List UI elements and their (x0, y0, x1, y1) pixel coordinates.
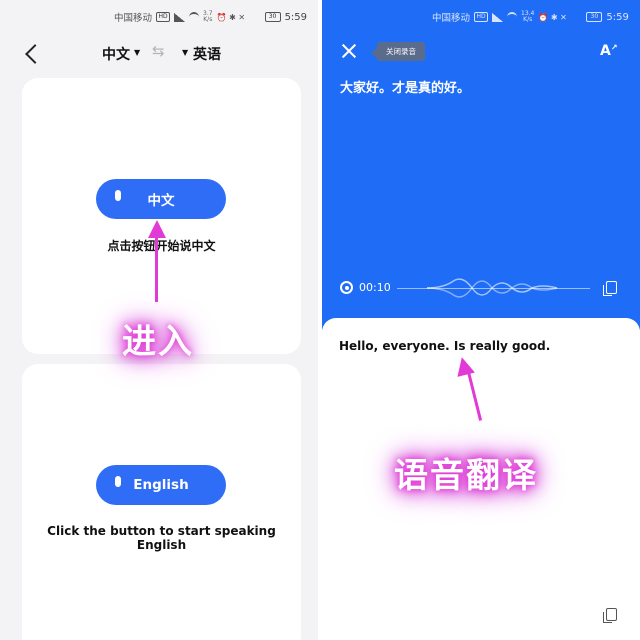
english-hint: Click the button to start speaking Engli… (47, 524, 276, 552)
annotation-arrow (155, 236, 158, 302)
chinese-speak-button[interactable]: 中文 (96, 179, 226, 219)
waveform-icon (426, 278, 558, 298)
annotation-enter: 进入 (122, 322, 194, 362)
target-caret-icon[interactable]: ▼ (182, 48, 188, 57)
status-bar: 中国移动 HD 3.7 K/s ⏰ ✱ ✕ 30 5:59 (114, 0, 307, 34)
font-size-icon[interactable]: A↗ (600, 43, 618, 59)
copy-translation-icon[interactable] (603, 608, 617, 623)
battery-icon: 30 (586, 12, 603, 22)
speed-label: 13.4 K/s (521, 10, 535, 23)
chinese-hint: 点击按钮开始说中文 (107, 239, 216, 253)
wifi-icon (507, 12, 518, 22)
source-language[interactable]: 中文 (102, 44, 130, 64)
carrier-label: 中国移动 (432, 13, 471, 24)
language-bar: 中文 ▼ ⇆ ▼ 英语 (0, 34, 318, 72)
recording-timer: 00:10 (359, 281, 391, 294)
translated-text: Hello, everyone. Is really good. (339, 339, 551, 353)
source-transcript: 大家好。才是真的好。 (340, 81, 471, 96)
network-badge: HD (156, 12, 171, 22)
clock: 5:59 (284, 11, 308, 23)
status-icons: ⏰ ✱ ✕ (538, 12, 567, 22)
close-recording-tooltip: 关闭录音 (371, 42, 425, 61)
mic-icon (115, 190, 121, 201)
annotation-voice-translation: 语音翻译 (394, 456, 538, 496)
copy-source-icon[interactable] (603, 281, 617, 296)
left-screen: 中国移动 HD 3.7 K/s ⏰ ✱ ✕ 30 5:59 中文 ▼ ⇆ ▼ 英… (0, 0, 318, 640)
english-button-label: English (133, 477, 189, 493)
swap-icon[interactable]: ⇆ (152, 42, 165, 60)
signal-icon (492, 12, 504, 22)
english-speak-button[interactable]: English (96, 465, 226, 505)
target-language[interactable]: 英语 (193, 44, 221, 64)
back-chevron-icon[interactable] (25, 44, 45, 64)
wifi-icon (189, 12, 200, 22)
chinese-button-label: 中文 (147, 193, 175, 209)
speed-label: 3.7 K/s (203, 10, 213, 23)
network-badge: HD (474, 12, 489, 22)
mic-icon (115, 476, 121, 487)
record-icon[interactable] (340, 281, 353, 294)
battery-icon: 30 (264, 12, 281, 22)
close-icon[interactable] (342, 44, 356, 58)
source-caret-icon[interactable]: ▼ (134, 48, 140, 57)
clock: 5:59 (606, 11, 629, 23)
status-icons: ⏰ ✱ ✕ (216, 12, 246, 22)
signal-icon (174, 12, 186, 22)
carrier-label: 中国移动 (114, 13, 153, 24)
right-screen: 中国移动 HD 13.4 K/s ⏰ ✱ ✕ 30 5:59 关闭录音 A↗ 大… (322, 0, 640, 640)
status-bar: 中国移动 HD 13.4 K/s ⏰ ✱ ✕ 30 5:59 (432, 0, 629, 34)
